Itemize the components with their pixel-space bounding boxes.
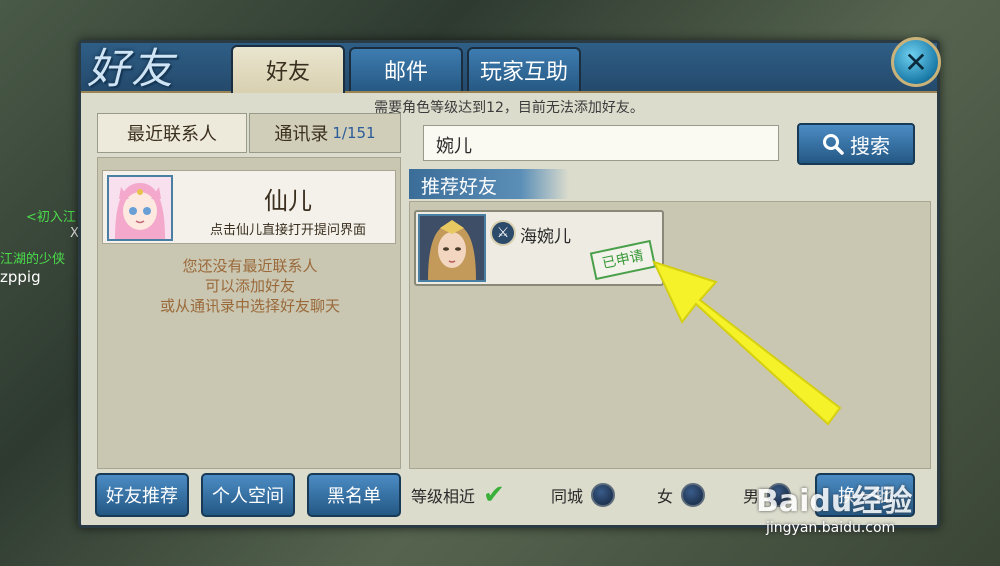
empty-hint-line: 您还没有最近联系人 — [182, 257, 318, 275]
contact-name: 仙儿 — [264, 187, 312, 215]
contact-card-xianer[interactable]: 仙儿 点击仙儿直接打开提问界面 — [102, 170, 396, 244]
recommend-list: ⚔ 海婉儿 已申请 — [409, 201, 931, 469]
empty-hint-line: 或从通讯录中选择好友聊天 — [159, 297, 340, 315]
window-logo: 好友 — [87, 44, 176, 93]
filter-similar-level[interactable]: 等级相近 ✔ — [411, 480, 505, 510]
friends-window: 好友 好友 邮件 玩家互助 ✕ 需要角色等级达到12，目前无法添加好友。 最近联… — [78, 37, 941, 528]
tab-recent-contacts[interactable]: 最近联系人 — [97, 113, 247, 153]
close-icon[interactable]: ✕ — [891, 37, 941, 87]
avatar — [418, 214, 486, 282]
tab-address-label: 通讯录 — [274, 124, 329, 145]
contact-hint: 点击仙儿直接打开提问界面 — [209, 223, 366, 238]
avatar — [107, 175, 173, 241]
blacklist-button[interactable]: 黑名单 — [307, 473, 401, 517]
window-titlebar: 好友 好友 邮件 玩家互助 ✕ — [81, 37, 941, 93]
friend-name: 海婉儿 — [520, 227, 571, 247]
watermark-url: jingyan.baidu.com — [766, 520, 896, 536]
recent-contacts-list: 仙儿 点击仙儿直接打开提问界面 您还没有最近联系人 可以添加好友 或从通讯录中选… — [97, 157, 401, 469]
chat-line: <初入江 — [26, 210, 76, 225]
friend-card-haiwaner[interactable]: ⚔ 海婉儿 已申请 — [414, 210, 664, 286]
empty-contacts-hint: 您还没有最近联系人 可以添加好友 或从通讯录中选择好友聊天 — [98, 256, 402, 316]
tab-player-help[interactable]: 玩家互助 — [467, 47, 581, 91]
filter-label: 女 — [657, 487, 674, 506]
filter-label: 同城 — [551, 487, 584, 506]
tab-mail[interactable]: 邮件 — [349, 47, 463, 91]
tab-friends[interactable]: 好友 — [231, 45, 345, 93]
search-button[interactable]: 搜索 — [797, 123, 915, 165]
radio-icon — [591, 483, 616, 507]
filter-label: 等级相近 — [411, 487, 476, 506]
applied-stamp: 已申请 — [589, 239, 657, 281]
personal-space-button[interactable]: 个人空间 — [201, 473, 295, 517]
search-input[interactable]: 婉儿 — [423, 125, 779, 161]
chat-line: 江湖的少侠 — [0, 252, 66, 267]
empty-hint-line: 可以添加好友 — [204, 277, 295, 295]
tab-address-book[interactable]: 通讯录 1/151 — [249, 113, 401, 153]
class-icon: ⚔ — [490, 220, 516, 246]
recommend-header: 推荐好友 — [409, 169, 569, 199]
recommend-friends-button[interactable]: 好友推荐 — [95, 473, 189, 517]
chat-line: zppig — [0, 268, 41, 286]
watermark-logo: Baidu经验 — [756, 484, 913, 519]
contact-count: 1/151 — [332, 124, 376, 142]
filter-female[interactable]: 女 — [657, 483, 706, 507]
tab-recent-label: 最近联系人 — [127, 124, 217, 145]
search-button-label: 搜索 — [850, 133, 890, 158]
radio-icon — [681, 483, 706, 507]
checkmark-icon: ✔ — [483, 480, 505, 510]
contacts-panel: 最近联系人 通讯录 1/151 仙儿 点击仙儿直接打开提问界面 您还没有最近联系… — [95, 113, 403, 469]
search-icon — [823, 134, 844, 155]
filter-same-city[interactable]: 同城 — [551, 483, 616, 507]
